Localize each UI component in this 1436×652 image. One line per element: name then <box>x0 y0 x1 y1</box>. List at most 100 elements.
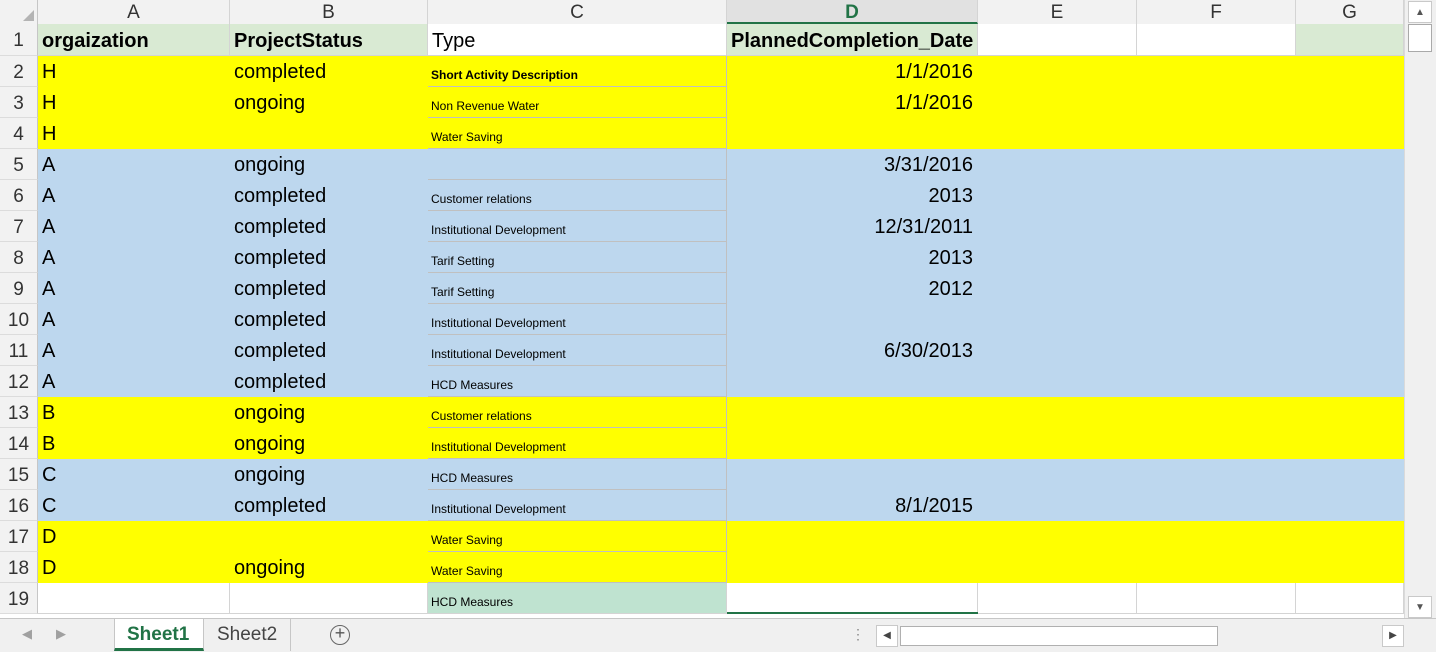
column-header-d[interactable]: D <box>727 0 978 24</box>
cell-a[interactable]: D <box>38 552 230 583</box>
cell-c[interactable]: HCD Measures <box>428 366 727 397</box>
cell-f[interactable] <box>1137 583 1296 614</box>
cell-a[interactable]: B <box>38 428 230 459</box>
row-header[interactable]: 8 <box>0 242 38 273</box>
cell-b[interactable]: completed <box>230 304 428 335</box>
cell-c[interactable]: HCD Measures <box>428 459 727 490</box>
row-header[interactable]: 11 <box>0 335 38 366</box>
cell-d[interactable]: 1/1/2016 <box>727 56 978 87</box>
cell-b[interactable]: ongoing <box>230 87 428 118</box>
cell-d[interactable] <box>727 366 978 397</box>
cell-d[interactable]: 3/31/2016 <box>727 149 978 180</box>
scroll-down-icon[interactable]: ▼ <box>1408 596 1432 618</box>
cell-c[interactable]: Type <box>428 24 727 56</box>
cell-a[interactable]: A <box>38 180 230 211</box>
horizontal-scrollbar[interactable]: ◀ ▶ <box>876 625 1404 647</box>
cell-g[interactable] <box>1296 304 1404 335</box>
cell-e[interactable] <box>978 87 1137 118</box>
scroll-up-icon[interactable]: ▲ <box>1408 1 1432 23</box>
cell-e[interactable] <box>978 242 1137 273</box>
cell-e[interactable] <box>978 56 1137 87</box>
column-header-e[interactable]: E <box>978 0 1137 24</box>
cell-e[interactable] <box>978 428 1137 459</box>
column-header-g[interactable]: G <box>1296 0 1404 24</box>
cell-f[interactable] <box>1137 87 1296 118</box>
cell-c[interactable]: Institutional Development <box>428 211 727 242</box>
cell-c[interactable]: Non Revenue Water <box>428 87 727 118</box>
cell-g[interactable] <box>1296 180 1404 211</box>
cell-b[interactable]: ongoing <box>230 459 428 490</box>
row-header[interactable]: 17 <box>0 521 38 552</box>
cell-a[interactable]: C <box>38 490 230 521</box>
cell-g[interactable] <box>1296 490 1404 521</box>
row-header[interactable]: 14 <box>0 428 38 459</box>
cell-f[interactable] <box>1137 180 1296 211</box>
row-header[interactable]: 6 <box>0 180 38 211</box>
cell-g[interactable] <box>1296 521 1404 552</box>
column-header-a[interactable]: A <box>38 0 230 24</box>
row-header[interactable]: 18 <box>0 552 38 583</box>
sheet-tab-sheet2[interactable]: Sheet2 <box>205 619 291 651</box>
cell-g[interactable] <box>1296 583 1404 614</box>
cell-a[interactable]: A <box>38 242 230 273</box>
cell-g[interactable] <box>1296 397 1404 428</box>
cell-c[interactable]: Institutional Development <box>428 490 727 521</box>
cell-b[interactable]: completed <box>230 335 428 366</box>
cell-c[interactable]: Tarif Setting <box>428 242 727 273</box>
cell-e[interactable] <box>978 366 1137 397</box>
cell-g[interactable] <box>1296 366 1404 397</box>
row-header[interactable]: 3 <box>0 87 38 118</box>
cell-g[interactable] <box>1296 273 1404 304</box>
cell-g[interactable] <box>1296 459 1404 490</box>
cell-d[interactable] <box>727 521 978 552</box>
cell-e[interactable] <box>978 304 1137 335</box>
cell-e[interactable] <box>978 521 1137 552</box>
cell-d[interactable] <box>727 118 978 149</box>
cell-e[interactable] <box>978 180 1137 211</box>
row-header[interactable]: 5 <box>0 149 38 180</box>
cell-b[interactable] <box>230 583 428 614</box>
scroll-left-icon[interactable]: ◀ <box>876 625 898 647</box>
cell-f[interactable] <box>1137 552 1296 583</box>
cell-b[interactable]: ongoing <box>230 428 428 459</box>
cell-c[interactable]: HCD Measures <box>428 583 727 614</box>
cell-d[interactable] <box>727 552 978 583</box>
cell-b[interactable]: completed <box>230 273 428 304</box>
worksheet-grid[interactable]: A B C D E F G orgaization ProjectStatus Ty… <box>0 0 1404 618</box>
cell-e[interactable] <box>978 149 1137 180</box>
cell-g[interactable] <box>1296 87 1404 118</box>
cell-d[interactable] <box>727 397 978 428</box>
cell-g[interactable] <box>1296 552 1404 583</box>
cell-e[interactable] <box>978 24 1137 56</box>
cell-b[interactable]: completed <box>230 211 428 242</box>
cell-c[interactable]: Water Saving <box>428 118 727 149</box>
cell-g[interactable] <box>1296 118 1404 149</box>
cell-d[interactable] <box>727 583 978 614</box>
prev-sheet-icon[interactable]: ◀ <box>22 626 32 642</box>
cell-f[interactable] <box>1137 242 1296 273</box>
cell-a[interactable]: H <box>38 56 230 87</box>
add-sheet-icon[interactable]: + <box>330 624 350 645</box>
cell-g[interactable] <box>1296 211 1404 242</box>
row-header[interactable]: 9 <box>0 273 38 304</box>
cell-c[interactable]: Institutional Development <box>428 335 727 366</box>
cell-f[interactable] <box>1137 304 1296 335</box>
cell-b[interactable] <box>230 521 428 552</box>
row-header[interactable]: 10 <box>0 304 38 335</box>
cell-b[interactable]: completed <box>230 490 428 521</box>
cell-f[interactable] <box>1137 149 1296 180</box>
cell-b[interactable]: completed <box>230 242 428 273</box>
row-header[interactable]: 2 <box>0 56 38 87</box>
cell-f[interactable] <box>1137 24 1296 56</box>
row-header[interactable]: 16 <box>0 490 38 521</box>
cell-c[interactable] <box>428 149 727 180</box>
cell-a[interactable]: A <box>38 304 230 335</box>
cell-d[interactable] <box>727 428 978 459</box>
select-all-button[interactable] <box>0 0 38 24</box>
cell-d[interactable] <box>727 459 978 490</box>
cell-e[interactable] <box>978 118 1137 149</box>
cell-b[interactable]: completed <box>230 366 428 397</box>
cell-b[interactable]: completed <box>230 180 428 211</box>
cell-a[interactable]: A <box>38 211 230 242</box>
cell-f[interactable] <box>1137 56 1296 87</box>
